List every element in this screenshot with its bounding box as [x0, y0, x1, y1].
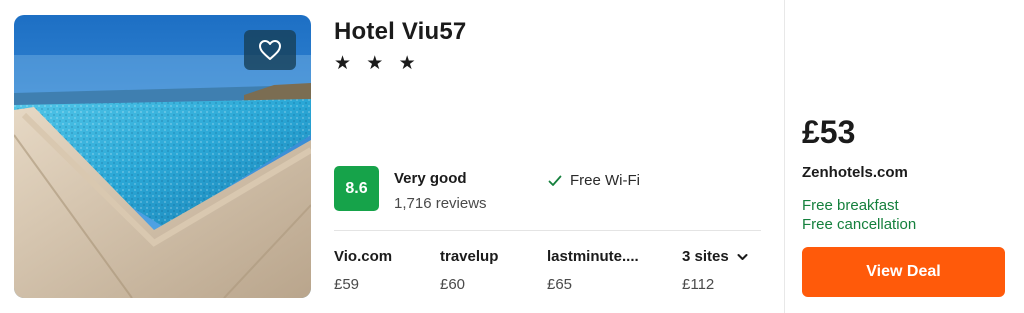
hotel-name[interactable]: Hotel Viu57: [334, 18, 466, 46]
review-count[interactable]: 1,716 reviews: [394, 195, 487, 212]
provider-travelup[interactable]: travelup £60: [440, 248, 498, 293]
check-icon: [548, 175, 562, 186]
chevron-down-icon: [737, 253, 748, 260]
favorite-button[interactable]: [244, 30, 296, 70]
provider-price: £112: [682, 276, 715, 293]
perk-free-cancellation: Free cancellation: [802, 216, 917, 233]
star-rating: ★ ★ ★: [334, 53, 421, 74]
provider-vio[interactable]: Vio.com £59: [334, 248, 392, 293]
divider: [334, 230, 761, 231]
more-sites-label: 3 sites: [682, 248, 729, 265]
provider-name: lastminute....: [547, 248, 639, 265]
provider-more-sites[interactable]: 3 sites £112: [682, 248, 748, 293]
provider-lastminute[interactable]: lastminute.... £65: [547, 248, 639, 293]
provider-name: travelup: [440, 248, 499, 265]
deal-site: Zenhotels.com: [802, 164, 908, 181]
rating-label: Very good: [394, 170, 467, 187]
amenity-free-wifi: Free Wi-Fi: [548, 172, 640, 189]
view-deal-button[interactable]: View Deal: [802, 247, 1005, 297]
rating-score-badge: 8.6: [334, 166, 379, 211]
panel-divider: [784, 0, 785, 313]
perk-free-breakfast: Free breakfast: [802, 197, 899, 214]
amenity-label: Free Wi-Fi: [570, 172, 640, 189]
hotel-result-card[interactable]: Hotel Viu57 ★ ★ ★ 8.6 Very good 1,716 re…: [0, 0, 1024, 313]
heart-icon: [259, 40, 281, 60]
provider-name: Vio.com: [334, 248, 393, 265]
more-sites-toggle[interactable]: 3 sites: [682, 248, 748, 265]
provider-price: £60: [440, 276, 466, 293]
provider-price: £59: [334, 276, 360, 293]
deal-price: £53: [802, 114, 856, 150]
provider-price: £65: [547, 276, 573, 293]
